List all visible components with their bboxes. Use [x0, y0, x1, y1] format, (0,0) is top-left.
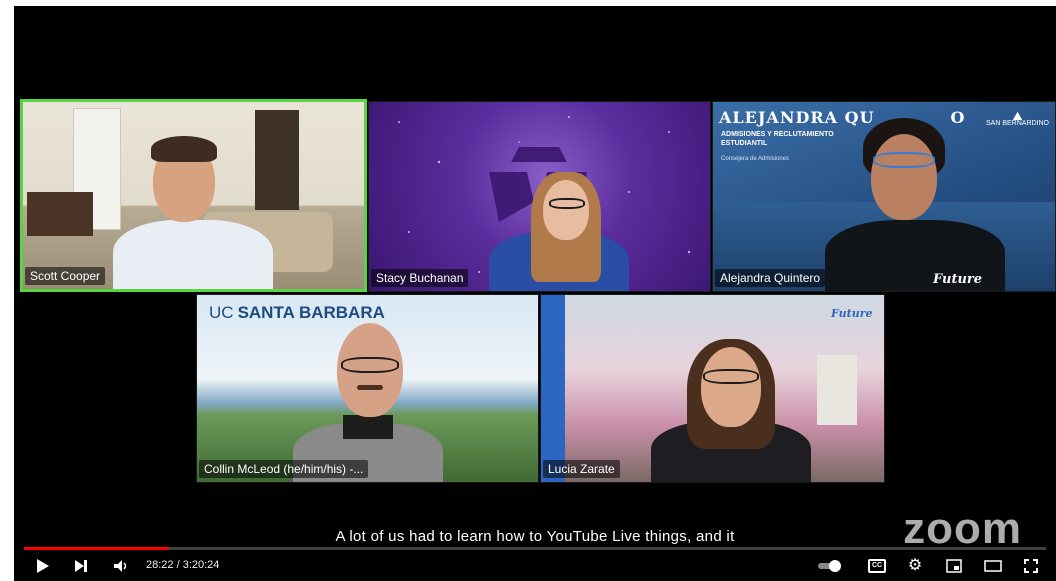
participant-tile-alejandra-quintero: ALEJANDRA QU O ADMISIONES Y RECLUTAMIENTO…	[712, 101, 1056, 292]
captions-button[interactable]: CC	[866, 556, 888, 576]
volume-icon	[114, 560, 127, 572]
participant-name-label: Scott Cooper	[25, 267, 106, 285]
participant-name-label: Stacy Buchanan	[371, 269, 469, 287]
background-title: ALEJANDRA QU	[719, 108, 875, 127]
video-feed	[23, 102, 364, 289]
participant-tile-collin-mcleod: UC SANTA BARBARA Collin McLeod (he/him/hi…	[196, 294, 539, 483]
video-feed: ALEJANDRA QU O ADMISIONES Y RECLUTAMIENTO…	[713, 102, 1055, 291]
fullscreen-button[interactable]	[1020, 556, 1042, 576]
video-player[interactable]: Scott Cooper Stacy Buchanan ALEJANDRA QU…	[14, 6, 1056, 581]
miniplayer-icon	[946, 559, 962, 573]
next-button[interactable]	[70, 556, 92, 576]
progress-bar[interactable]	[24, 547, 1046, 550]
closed-caption-text: A lot of us had to learn how to YouTube …	[335, 528, 735, 545]
participant-name-label: Collin McLeod (he/him/his) -...	[199, 460, 369, 478]
fullscreen-icon	[1024, 559, 1038, 573]
background-dept: Consejera de Admisiones	[721, 156, 790, 162]
future-logo: Future	[933, 272, 983, 287]
play-icon	[37, 559, 49, 573]
clock-tower	[817, 355, 857, 425]
participant-tile-lucia-zarate: Future Lucia Zarate	[540, 294, 885, 483]
ucsb-logo: UC SANTA BARBARA	[209, 303, 385, 322]
next-icon	[75, 560, 87, 572]
participant-tile-scott-cooper: Scott Cooper	[20, 99, 367, 292]
cc-icon: CC	[867, 559, 887, 573]
background-role: ADMISIONES Y RECLUTAMIENTO ESTUDIANTIL	[721, 131, 834, 147]
participant-tile-stacy-buchanan: Stacy Buchanan	[368, 101, 711, 292]
theater-mode-button[interactable]	[982, 556, 1004, 576]
time-display: 28:22 / 3:20:24	[146, 559, 220, 571]
progress-bar-fill	[24, 547, 169, 550]
settings-button[interactable]: ⚙	[904, 556, 926, 576]
san-bernardino-logo: ⛰ SAN BERNARDINO	[985, 109, 1049, 127]
settings-icon: ⚙	[907, 557, 923, 574]
piano	[27, 192, 93, 236]
participant-name-label: Lucia Zarate	[543, 460, 620, 478]
background-title-end: O	[950, 108, 966, 127]
participant-name-label: Alejandra Quintero	[715, 269, 826, 287]
play-button[interactable]	[32, 556, 54, 576]
video-feed	[369, 102, 710, 291]
bookshelf	[255, 110, 299, 210]
autoplay-toggle-icon	[818, 560, 841, 572]
miniplayer-button[interactable]	[943, 556, 965, 576]
video-feed: UC SANTA BARBARA	[197, 295, 538, 482]
video-feed: Future	[541, 295, 884, 482]
autoplay-toggle[interactable]	[816, 556, 846, 576]
mountain-icon: ⛰	[1012, 109, 1023, 123]
future-logo: Future	[831, 307, 873, 320]
theater-icon	[984, 560, 1002, 572]
blue-banner	[541, 295, 565, 482]
player-controls: 28:22 / 3:20:24 CC ⚙	[14, 552, 1056, 580]
volume-button[interactable]	[110, 556, 132, 576]
